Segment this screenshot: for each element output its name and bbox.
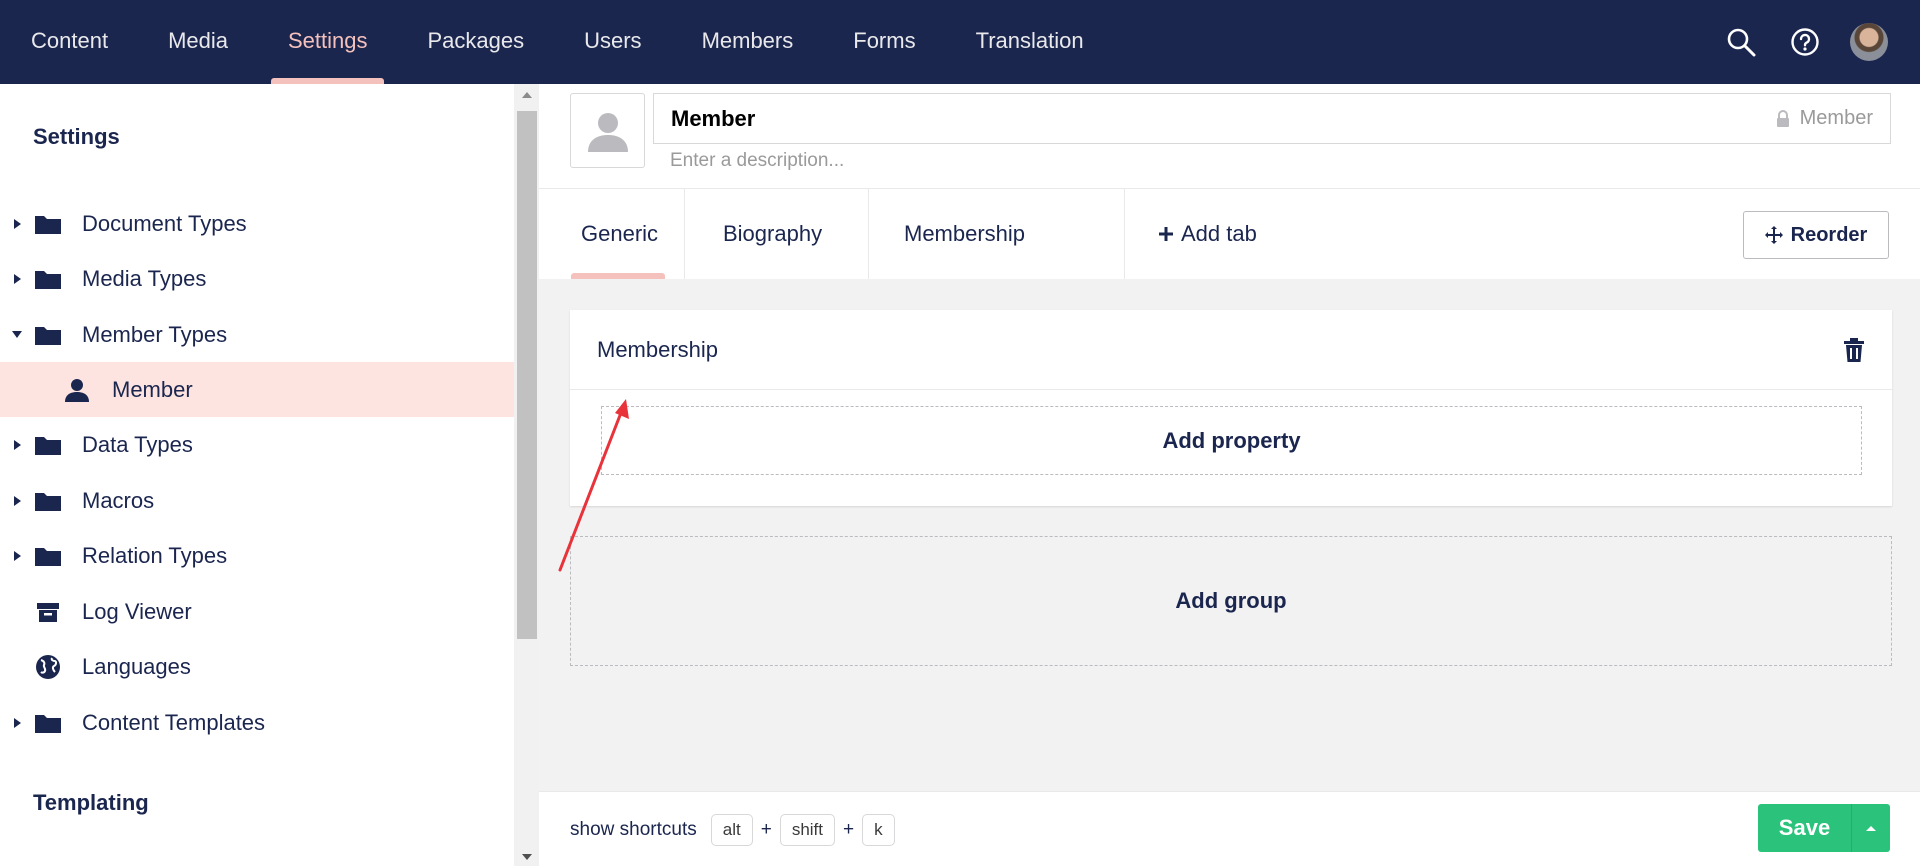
scroll-thumb[interactable] bbox=[517, 111, 537, 639]
property-group: Membership Add property bbox=[570, 310, 1892, 506]
tree-item-label: Relation Types bbox=[82, 542, 228, 568]
member-type-editor: Member Generic Biography Membership Add … bbox=[539, 84, 1920, 866]
lock-icon[interactable] bbox=[1776, 109, 1790, 128]
alias-field[interactable]: Member bbox=[1776, 94, 1873, 143]
add-tab-label: Add tab bbox=[1181, 221, 1257, 246]
save-button[interactable]: Save bbox=[1758, 804, 1851, 852]
section-title-settings: Settings bbox=[33, 124, 120, 149]
expand-icon[interactable] bbox=[14, 218, 21, 229]
tree-item-label: Macros bbox=[82, 487, 155, 513]
group-name[interactable]: Membership bbox=[597, 310, 718, 390]
search-icon[interactable] bbox=[1722, 23, 1760, 61]
tab-label: Membership bbox=[904, 221, 1026, 246]
globe-icon bbox=[34, 654, 62, 679]
name-input[interactable] bbox=[654, 94, 1704, 143]
nav-packages[interactable]: Packages bbox=[397, 0, 554, 84]
plus-sign: + bbox=[843, 818, 855, 840]
nav-members[interactable]: Members bbox=[672, 0, 824, 84]
sidebar-scrollbar[interactable] bbox=[514, 84, 539, 866]
expand-icon[interactable] bbox=[14, 439, 21, 450]
folder-icon bbox=[34, 267, 62, 291]
tree-item-label: Member bbox=[112, 376, 193, 402]
tab-generic[interactable]: Generic bbox=[570, 189, 685, 279]
nav-users[interactable]: Users bbox=[554, 0, 671, 84]
reorder-button[interactable]: Reorder bbox=[1743, 211, 1889, 259]
nav-translation[interactable]: Translation bbox=[946, 0, 1114, 84]
header-tools bbox=[1722, 0, 1888, 84]
folder-icon bbox=[34, 323, 62, 347]
help-icon[interactable] bbox=[1786, 23, 1824, 61]
tree-item-relation-types[interactable]: Relation Types bbox=[0, 528, 514, 583]
expand-icon[interactable] bbox=[14, 550, 21, 561]
move-icon bbox=[1764, 226, 1783, 244]
tree-item-member-types[interactable]: Member Types bbox=[0, 307, 514, 362]
tree-item-label: Member Types bbox=[82, 321, 228, 347]
archive-icon bbox=[34, 600, 62, 624]
tab-label: Generic bbox=[581, 221, 659, 246]
editor-footer: show shortcuts alt + shift + k Save bbox=[539, 791, 1920, 866]
tree-item-member[interactable]: Member bbox=[0, 362, 514, 417]
tree-item-label: Languages bbox=[82, 653, 191, 679]
key-shift: shift bbox=[779, 813, 835, 846]
top-navigation: Content Media Settings Packages Users Me… bbox=[0, 0, 1920, 84]
scroll-up-icon[interactable] bbox=[522, 92, 532, 98]
save-options-button[interactable] bbox=[1851, 804, 1890, 852]
section-nav: Content Media Settings Packages Users Me… bbox=[0, 0, 1114, 84]
tree-item-languages[interactable]: Languages bbox=[0, 639, 514, 694]
description-input[interactable] bbox=[670, 147, 1570, 175]
expand-icon[interactable] bbox=[14, 495, 21, 506]
tree-item-log-viewer[interactable]: Log Viewer bbox=[0, 584, 514, 639]
folder-icon bbox=[34, 212, 62, 236]
scroll-down-icon[interactable] bbox=[522, 854, 532, 860]
caret-up-icon bbox=[1866, 826, 1876, 831]
tree-item-label: Log Viewer bbox=[82, 598, 192, 624]
add-group-button[interactable]: Add group bbox=[570, 536, 1892, 666]
add-property-button[interactable]: Add property bbox=[601, 406, 1862, 475]
nav-content[interactable]: Content bbox=[0, 0, 138, 84]
section-title-templating: Templating bbox=[33, 790, 149, 815]
tree-item-document-types[interactable]: Document Types bbox=[0, 196, 514, 251]
nav-settings[interactable]: Settings bbox=[258, 0, 398, 84]
icon-picker[interactable] bbox=[570, 93, 645, 168]
plus-icon bbox=[1159, 227, 1173, 241]
tab-bar: Generic Biography Membership Add tab Reo… bbox=[539, 189, 1920, 279]
key-alt: alt bbox=[710, 813, 753, 846]
folder-icon bbox=[34, 489, 62, 513]
tree-item-label: Document Types bbox=[82, 210, 247, 236]
editor-header: Member bbox=[539, 84, 1920, 189]
expand-icon[interactable] bbox=[14, 717, 21, 728]
shortcuts-hint[interactable]: show shortcuts alt + shift + k bbox=[570, 792, 895, 866]
user-icon bbox=[587, 112, 628, 152]
alias-text: Member bbox=[1799, 107, 1873, 129]
plus-sign: + bbox=[760, 818, 772, 840]
tree-item-label: Content Templates bbox=[82, 709, 266, 735]
expand-icon[interactable] bbox=[14, 273, 21, 284]
folder-icon bbox=[34, 711, 62, 735]
tree-item-content-templates[interactable]: Content Templates bbox=[0, 695, 514, 750]
collapse-icon[interactable] bbox=[12, 331, 22, 338]
tree-item-label: Data Types bbox=[82, 431, 193, 457]
nav-media[interactable]: Media bbox=[138, 0, 258, 84]
folder-icon bbox=[34, 544, 62, 568]
settings-tree: Settings Document Types Media Types Memb… bbox=[0, 84, 514, 866]
tree-item-media-types[interactable]: Media Types bbox=[0, 251, 514, 306]
add-tab-button[interactable]: Add tab bbox=[1126, 189, 1257, 279]
save-button-group: Save bbox=[1758, 804, 1890, 852]
nav-forms[interactable]: Forms bbox=[823, 0, 945, 84]
key-k: k bbox=[862, 813, 895, 846]
tab-membership[interactable]: Membership bbox=[870, 189, 1125, 279]
tree-item-data-types[interactable]: Data Types bbox=[0, 417, 514, 472]
user-icon bbox=[63, 378, 91, 402]
folder-icon bbox=[34, 433, 62, 457]
shortcuts-label: show shortcuts bbox=[570, 818, 697, 840]
tab-biography[interactable]: Biography bbox=[686, 189, 869, 279]
reorder-label: Reorder bbox=[1790, 223, 1868, 246]
tab-label: Biography bbox=[723, 221, 823, 246]
user-avatar[interactable] bbox=[1850, 23, 1888, 61]
group-header: Membership bbox=[570, 310, 1892, 390]
name-field: Member bbox=[653, 93, 1891, 144]
tree-item-macros[interactable]: Macros bbox=[0, 473, 514, 528]
tree-item-label: Media Types bbox=[82, 265, 207, 291]
trash-icon[interactable] bbox=[1843, 338, 1865, 362]
